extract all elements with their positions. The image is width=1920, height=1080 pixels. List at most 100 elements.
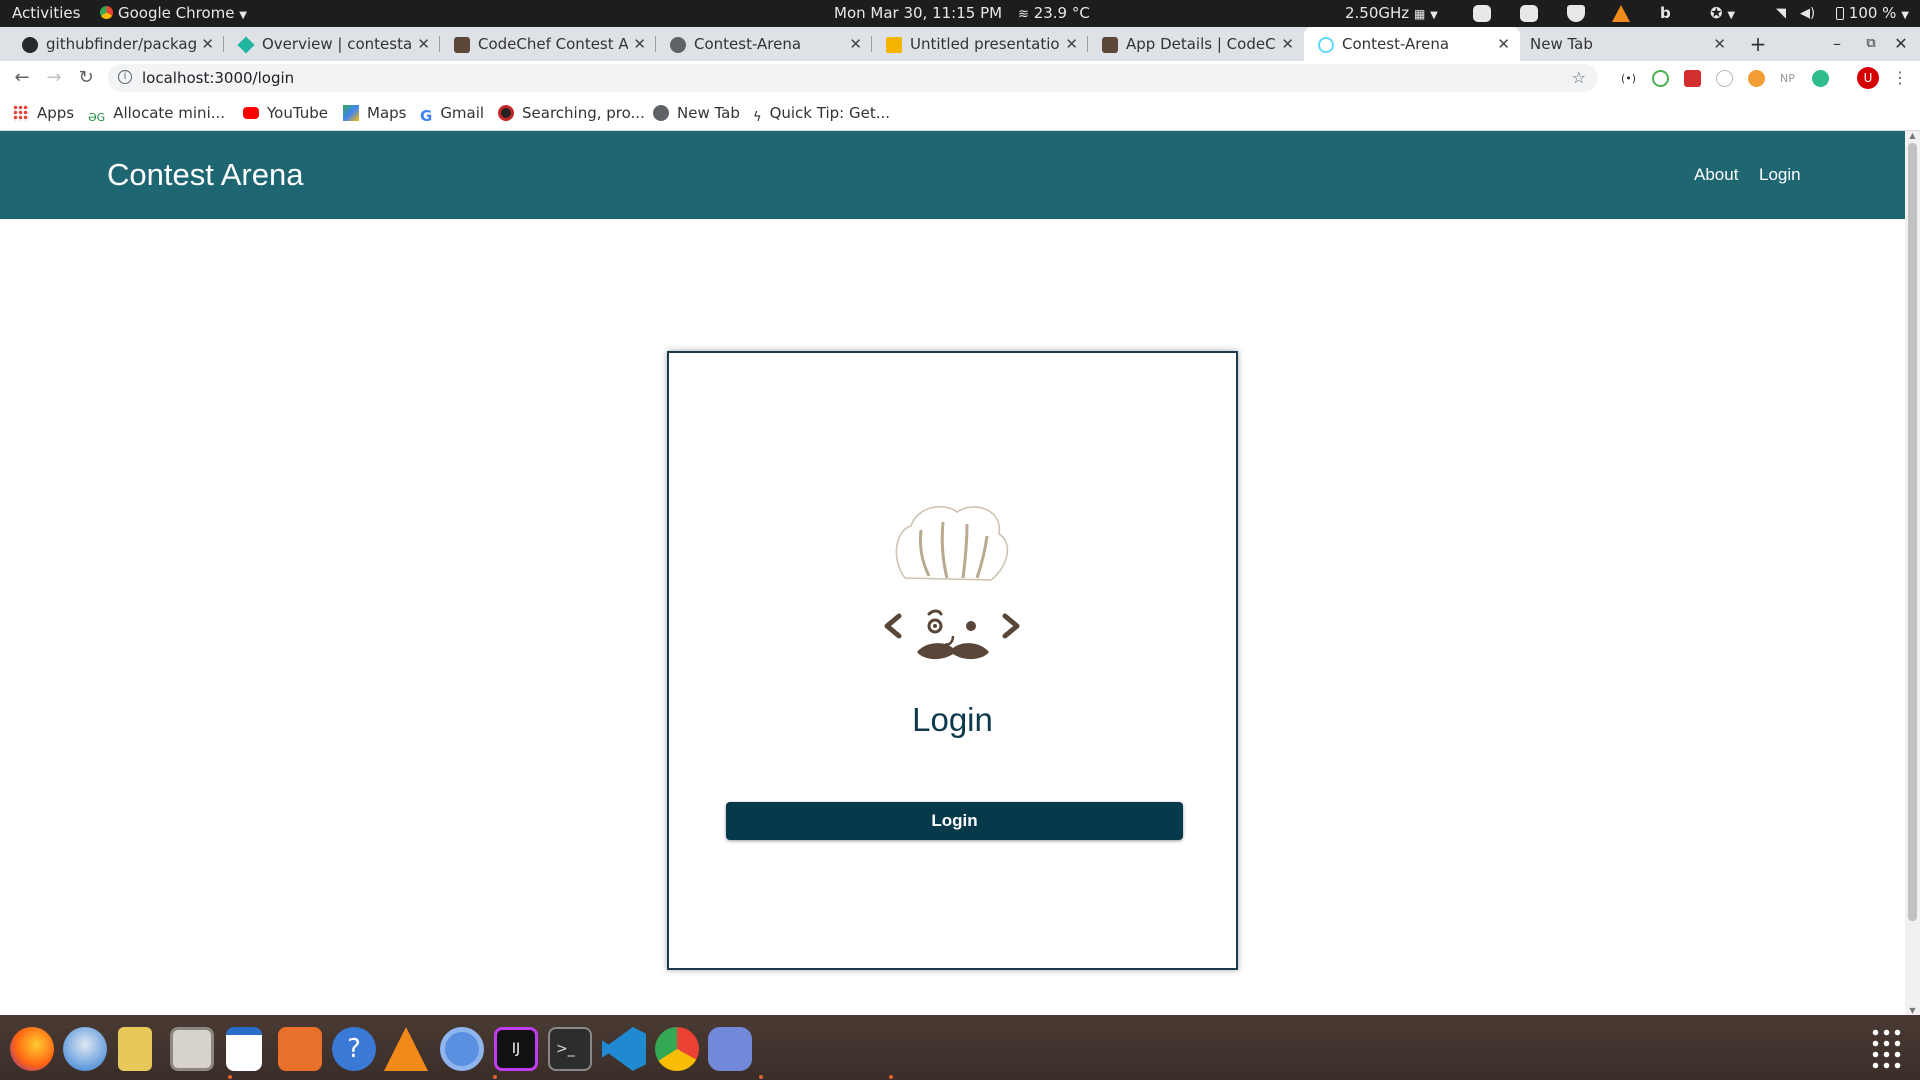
back-icon[interactable]: ← <box>8 61 36 95</box>
extension-icon[interactable] <box>1716 70 1733 87</box>
firefox-icon[interactable] <box>10 1027 54 1071</box>
close-icon[interactable]: ✕ <box>1281 27 1294 61</box>
tab-new-tab[interactable]: New Tab ✕ <box>1520 27 1736 61</box>
tab-githubfinder[interactable]: githubfinder/package ✕ <box>8 27 224 61</box>
files-icon[interactable] <box>170 1027 214 1071</box>
bookmark-quick-tip[interactable]: ϟ Quick Tip: Get... <box>753 95 890 131</box>
close-icon[interactable]: ✕ <box>201 27 214 61</box>
bookmark-label: Gmail <box>440 104 485 122</box>
site-brand[interactable]: Contest Arena <box>107 131 303 219</box>
app-menu[interactable]: Google Chrome ▼ <box>100 0 247 27</box>
tab-overview-contestarena[interactable]: Overview | contestare ✕ <box>224 27 440 61</box>
chrome-icon[interactable] <box>655 1027 699 1071</box>
writer-icon[interactable] <box>226 1027 262 1071</box>
close-icon[interactable]: ✕ <box>1713 27 1726 61</box>
weather-label: 23.9 °C <box>1033 4 1090 22</box>
globe-icon <box>670 37 686 53</box>
tab-strip: githubfinder/package ✕ Overview | contes… <box>0 27 1920 61</box>
wifi-icon[interactable]: ◥ <box>1776 0 1786 27</box>
grammarly-icon[interactable] <box>1812 70 1829 87</box>
codechef-icon <box>1102 37 1118 53</box>
tab-title: Contest-Arena <box>1342 35 1450 53</box>
site-info-icon[interactable]: i <box>118 70 132 84</box>
extension-icon[interactable] <box>1652 70 1669 87</box>
address-bar[interactable]: i localhost:3000/login ☆ <box>108 64 1598 92</box>
bookmark-star-icon[interactable]: ☆ <box>1572 64 1586 92</box>
bing-icon[interactable]: b <box>1660 0 1671 27</box>
clock[interactable]: Mon Mar 30, 11:15 PM <box>834 0 1002 27</box>
chevron-down-icon: ▼ <box>239 10 247 21</box>
url-text[interactable]: localhost:3000/login <box>142 64 294 92</box>
rhythmbox-icon[interactable] <box>118 1027 152 1071</box>
scroll-up-arrow-icon[interactable]: ▲ <box>1905 131 1920 140</box>
vlc-icon[interactable] <box>384 1027 428 1071</box>
cookie-icon[interactable] <box>1748 70 1765 87</box>
nav-about-link[interactable]: About <box>1694 131 1738 219</box>
bookmark-gmail[interactable]: G Gmail <box>420 95 484 131</box>
tab-title: CodeChef Contest Are <box>478 35 628 53</box>
np-extension-icon[interactable]: NP <box>1780 70 1797 87</box>
browser-toolbar: ← → ↻ i localhost:3000/login ☆ (•) NP U … <box>0 61 1920 95</box>
bookmark-maps[interactable]: Maps <box>343 95 406 131</box>
login-heading: Login <box>912 701 993 738</box>
chromium-icon[interactable] <box>440 1027 484 1071</box>
chrome-icon <box>100 6 113 19</box>
help-icon[interactable]: ? <box>332 1027 376 1071</box>
scrollbar-thumb[interactable] <box>1908 143 1917 921</box>
minimize-icon[interactable]: – <box>1822 27 1852 61</box>
login-button[interactable]: Login <box>726 802 1183 840</box>
terminal-icon[interactable]: >_ <box>548 1027 592 1071</box>
restore-icon[interactable]: ⧉ <box>1856 27 1886 61</box>
forward-icon[interactable]: → <box>40 61 68 95</box>
youtube-icon <box>243 107 259 119</box>
thunderbird-icon[interactable] <box>63 1027 107 1071</box>
nav-login-link[interactable]: Login <box>1759 131 1801 219</box>
tab-codechef-contest-arena[interactable]: CodeChef Contest Are ✕ <box>440 27 656 61</box>
tab-app-details-codechef[interactable]: App Details | CodeChe ✕ <box>1088 27 1304 61</box>
page-scrollbar[interactable]: ▲ ▼ <box>1905 131 1920 1015</box>
bookmark-youtube[interactable]: YouTube <box>243 95 328 131</box>
discord-icon[interactable] <box>1520 5 1538 22</box>
battery-indicator[interactable]: 100 % ▼ <box>1836 0 1909 27</box>
tab-contest-arena[interactable]: Contest-Arena ✕ <box>656 27 872 61</box>
bookmark-label: YouTube <box>267 104 328 122</box>
reload-icon[interactable]: ↻ <box>72 61 100 95</box>
globe-icon <box>653 105 669 121</box>
tab-title: githubfinder/package <box>46 35 196 53</box>
tab-untitled-presentation[interactable]: Untitled presentation ✕ <box>872 27 1088 61</box>
show-applications-icon[interactable] <box>1870 1027 1904 1071</box>
extension-icon[interactable]: (•) <box>1620 70 1637 87</box>
discord-icon[interactable] <box>1473 5 1491 22</box>
menu-kebab-icon[interactable]: ⋮ <box>1886 61 1914 95</box>
battery-label: 100 % <box>1848 4 1897 22</box>
window-close-icon[interactable]: ✕ <box>1886 27 1916 61</box>
bookmark-apps[interactable]: Apps <box>13 95 74 131</box>
cpu-indicator[interactable]: 2.50GHz ▦ ▼ <box>1345 0 1438 27</box>
profile-avatar[interactable]: U <box>1857 67 1879 89</box>
vscode-icon[interactable] <box>602 1027 646 1071</box>
discord-icon[interactable] <box>708 1027 752 1071</box>
intellij-icon[interactable]: IJ <box>494 1027 538 1071</box>
close-icon[interactable]: ✕ <box>417 27 430 61</box>
software-center-icon[interactable] <box>278 1027 322 1071</box>
weather-indicator[interactable]: ≋ 23.9 °C <box>1018 0 1090 27</box>
shield-icon[interactable] <box>1567 5 1585 22</box>
tab-contest-arena-active[interactable]: Contest-Arena ✕ <box>1304 27 1520 61</box>
bookmark-new-tab[interactable]: New Tab <box>653 95 740 131</box>
close-icon[interactable]: ✕ <box>849 27 862 61</box>
new-tab-button[interactable]: + <box>1744 27 1772 61</box>
scroll-down-arrow-icon[interactable]: ▼ <box>1905 1006 1920 1015</box>
volume-icon[interactable]: ◀) <box>1800 0 1815 27</box>
close-icon[interactable]: ✕ <box>1065 27 1078 61</box>
apps-grid-icon <box>13 105 29 121</box>
close-icon[interactable]: ✕ <box>633 27 646 61</box>
activities-button[interactable]: Activities <box>12 0 80 27</box>
bookmark-searching[interactable]: Searching, pro... <box>498 95 645 131</box>
close-icon[interactable]: ✕ <box>1497 27 1510 61</box>
search-site-icon <box>498 105 514 121</box>
bookmark-allocate[interactable]: ƏG Allocate mini... <box>88 95 225 131</box>
accessibility-icon[interactable]: ✪ ▼ <box>1710 0 1735 27</box>
extension-icon[interactable] <box>1684 70 1701 87</box>
system-top-bar: Activities Google Chrome ▼ Mon Mar 30, 1… <box>0 0 1920 27</box>
vlc-icon[interactable] <box>1612 5 1630 22</box>
